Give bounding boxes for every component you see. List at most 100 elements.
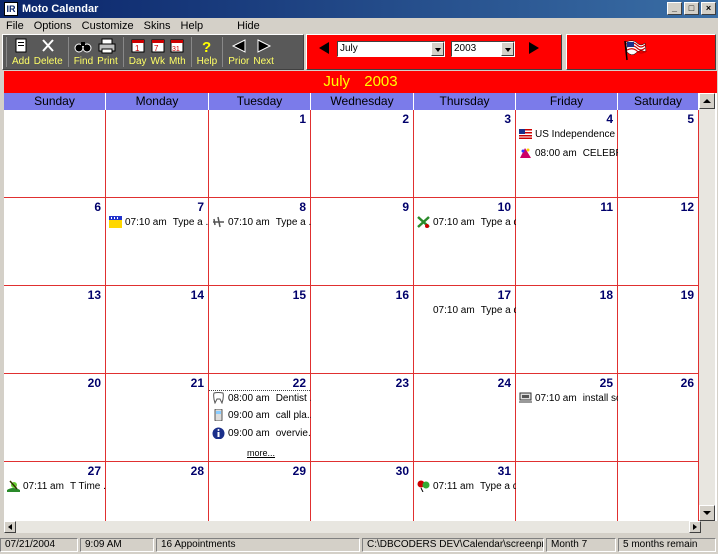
month-select[interactable]: July <box>337 41 445 57</box>
day-cell-5[interactable]: 5 <box>618 110 699 198</box>
day-cell-17[interactable]: 17 07:10 am Type a d... <box>414 286 527 374</box>
day-cell-3[interactable]: 3 <box>414 110 516 198</box>
weekday-saturday: Saturday <box>618 93 699 110</box>
day-cell-24[interactable]: 24 <box>414 374 516 462</box>
scissors-icon <box>40 37 56 55</box>
scroll-right-icon[interactable] <box>689 521 701 533</box>
scroll-down-icon[interactable] <box>699 505 715 521</box>
day-cell-1[interactable]: 1 <box>209 110 311 198</box>
day-number: 4 <box>606 112 613 126</box>
day-cell-23[interactable]: 23 <box>311 374 414 462</box>
maximize-button[interactable]: □ <box>684 2 699 15</box>
minimize-button[interactable]: _ <box>667 2 682 15</box>
day-number: 7 <box>197 200 204 214</box>
more-link[interactable]: more... <box>247 448 275 458</box>
day-cell-11[interactable]: 11 <box>516 198 618 286</box>
year-dropdown-arrow-icon[interactable] <box>501 42 514 56</box>
day-cell-4[interactable]: 4 US Independence ... 08:00 am CELEBR... <box>516 110 631 198</box>
appointment-text: call pla... <box>275 409 316 421</box>
appointment[interactable]: 09:00 am overvie... <box>212 427 316 439</box>
day-cell-31[interactable]: 31 07:11 am Type a d... <box>414 462 527 522</box>
day-cell-8[interactable]: 8 07:10 am Type a ... <box>209 198 317 286</box>
appointment[interactable]: 07:10 am Type a ... <box>109 216 214 228</box>
day-cell-20[interactable]: 20 <box>4 374 106 462</box>
day-cell-19[interactable]: 19 <box>618 286 699 374</box>
appointment[interactable]: 08:00 am Dentist ... <box>212 392 318 404</box>
day-cell-16[interactable]: 16 <box>311 286 414 374</box>
appointment[interactable]: 07:10 am Type a ... <box>212 216 317 228</box>
menu-hide[interactable]: Hide <box>237 20 260 32</box>
appointment[interactable]: 07:11 am T Time ... <box>7 480 111 492</box>
day-cell-25[interactable]: 25 07:10 am install sof... <box>516 374 633 462</box>
menu-options[interactable]: Options <box>34 20 72 32</box>
day-cell-18[interactable]: 18 <box>516 286 618 374</box>
month-calendar-icon: 31 <box>170 37 184 55</box>
menu-skins[interactable]: Skins <box>144 20 171 32</box>
day-cell-15[interactable]: 15 <box>209 286 311 374</box>
close-button[interactable]: × <box>701 2 716 15</box>
appointment[interactable]: 07:10 am Type a d... <box>417 304 527 316</box>
day-cell-26[interactable]: 26 <box>618 374 699 462</box>
find-button[interactable]: Find <box>74 37 93 67</box>
day-cell-10[interactable]: 10 07:10 am Type a d... <box>414 198 527 286</box>
day-cell-12[interactable]: 12 <box>618 198 699 286</box>
svg-text:31: 31 <box>172 46 180 53</box>
scroll-up-icon[interactable] <box>699 93 715 109</box>
year-select[interactable]: 2003 <box>451 41 515 57</box>
title-bar: IR Moto Calendar _ □ × <box>0 0 718 18</box>
day-cell-14[interactable]: 14 <box>106 286 209 374</box>
week-view-button[interactable]: 7 Wk <box>151 37 165 67</box>
appointment[interactable]: 07:10 am Type a d... <box>417 216 527 228</box>
empty-day-cell[interactable] <box>618 462 699 522</box>
vertical-scrollbar[interactable] <box>699 93 715 521</box>
menu-customize[interactable]: Customize <box>82 20 134 32</box>
appointment[interactable]: 07:10 am install sof... <box>519 392 633 404</box>
appointment[interactable]: 09:00 am call pla... <box>212 409 315 421</box>
day-number: 28 <box>190 464 204 478</box>
appointment[interactable]: 07:11 am Type a d... <box>417 480 527 492</box>
horizontal-scrollbar[interactable] <box>4 521 701 533</box>
appointment-time: 09:00 am <box>228 427 270 439</box>
day-number: 12 <box>680 200 694 214</box>
svg-text:?: ? <box>202 39 211 54</box>
appointment[interactable]: US Independence ... <box>519 128 626 140</box>
appointment-time: 07:10 am <box>125 216 167 228</box>
day-view-button[interactable]: 1 Day <box>129 37 147 67</box>
month-view-button[interactable]: 31 Mth <box>169 37 186 67</box>
appointment[interactable]: 08:00 am CELEBR... <box>519 147 631 159</box>
next-button[interactable]: Next <box>253 37 274 67</box>
day-cell-27[interactable]: 27 07:11 am T Time ... <box>4 462 111 522</box>
day-number: 11 <box>600 200 613 214</box>
empty-day-cell[interactable] <box>106 110 209 198</box>
day-cell-9[interactable]: 9 <box>311 198 414 286</box>
menu-help[interactable]: Help <box>181 20 204 32</box>
status-bar: 07/21/2004 9:09 AM 16 Appointments C:\DB… <box>0 538 718 554</box>
day-cell-21[interactable]: 21 <box>106 374 209 462</box>
delete-button[interactable]: Delete <box>34 37 63 67</box>
month-dropdown-arrow-icon[interactable] <box>431 42 444 56</box>
print-button[interactable]: Print <box>97 37 118 67</box>
menu-file[interactable]: File <box>6 20 24 32</box>
prior-button[interactable]: Prior <box>228 37 249 67</box>
next-month-arrow-icon[interactable] <box>529 42 539 54</box>
day-number: 17 <box>497 288 511 302</box>
day-cell-29[interactable]: 29 <box>209 462 311 522</box>
help-button[interactable]: ? Help <box>197 37 218 67</box>
day-cell-22[interactable]: 22 08:00 am Dentist ... 09:00 am call pla...… <box>209 374 318 462</box>
scroll-left-icon[interactable] <box>4 521 16 533</box>
day-cell-2[interactable]: 2 <box>311 110 414 198</box>
day-cell-28[interactable]: 28 <box>106 462 209 522</box>
empty-day-cell[interactable] <box>4 110 106 198</box>
day-cell-30[interactable]: 30 <box>311 462 414 522</box>
status-appointments: 16 Appointments <box>156 538 360 552</box>
add-button[interactable]: Add <box>12 37 30 67</box>
weekday-tuesday: Tuesday <box>209 93 311 110</box>
day-cell-7[interactable]: 7 07:10 am Type a ... <box>106 198 214 286</box>
toolbar: Add Delete Find Print 1 Day 7 Wk 31 Mth … <box>2 34 304 70</box>
previous-month-arrow-icon[interactable] <box>319 42 329 54</box>
day-cell-6[interactable]: 6 <box>4 198 106 286</box>
day-number: 31 <box>497 464 511 478</box>
day-cell-13[interactable]: 13 <box>4 286 106 374</box>
left-arrow-icon <box>231 37 247 55</box>
empty-day-cell[interactable] <box>516 462 618 522</box>
